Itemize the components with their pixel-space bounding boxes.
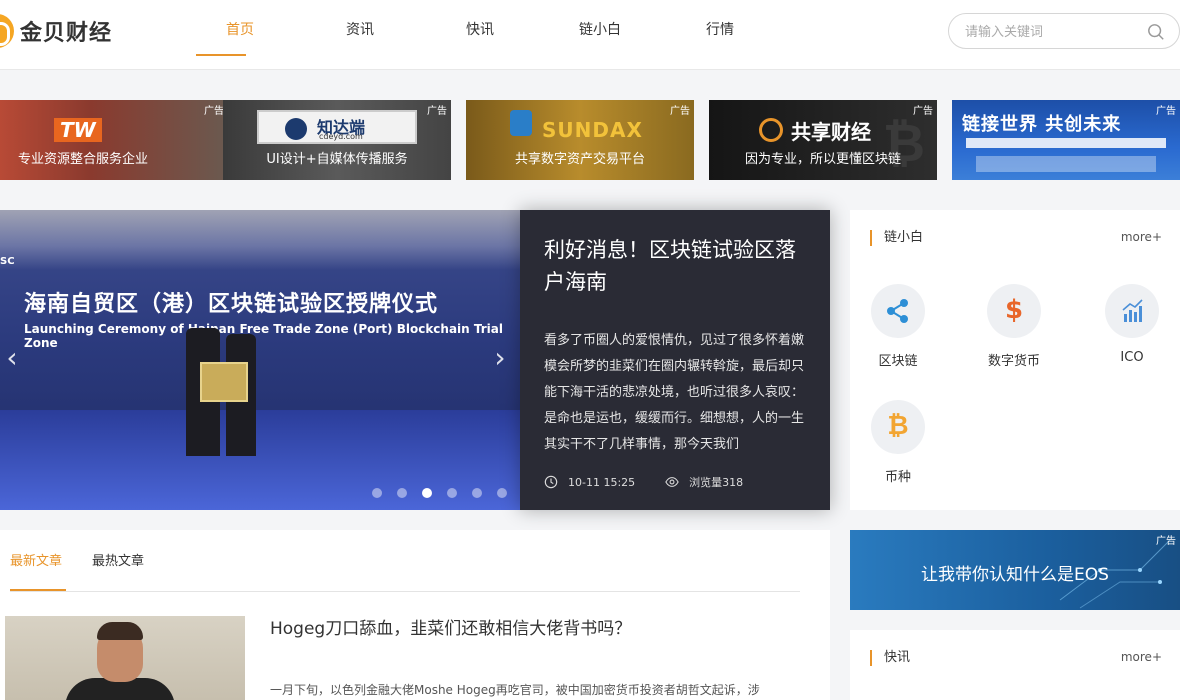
nav-home[interactable]: 首页 <box>180 0 300 70</box>
flash-panel-title: 快讯 <box>870 650 910 666</box>
chart-icon <box>1105 284 1159 338</box>
article-thumbnail[interactable] <box>5 616 245 700</box>
category-label: 数字货币 <box>987 354 1040 369</box>
hero-badge: SC <box>0 256 15 267</box>
hero-slider[interactable]: SC 海南自贸区（港）区块链试验区授牌仪式 Launching Ceremony… <box>0 210 520 510</box>
hero-article-summary: 看多了币圈人的爱恨情仇，见过了很多怀着嫩模会所梦的韭菜们在圈内辗转斡旋，最后却只… <box>544 333 805 450</box>
ad-tag: 广告 <box>204 106 224 117</box>
ad-tag: 广告 <box>427 106 447 117</box>
category-coins[interactable]: ₿ 币种 <box>858 400 938 485</box>
search-input[interactable] <box>965 22 1135 42</box>
ad-tag: 广告 <box>1156 106 1176 117</box>
next-slide-arrow-icon[interactable]: › <box>488 330 512 386</box>
share-nodes-icon <box>871 284 925 338</box>
beginner-panel-header: 链小白 more+ <box>870 230 1162 248</box>
ad-logo: SUNDAX <box>542 118 643 142</box>
logo-mark-icon <box>0 14 14 48</box>
ad-tag: 广告 <box>670 106 690 117</box>
nav-flash[interactable]: 快讯 <box>420 0 540 70</box>
hero-banner-title: 海南自贸区（港）区块链试验区授牌仪式 <box>24 292 439 317</box>
ad-strip <box>976 156 1156 172</box>
logo-text: 金贝财经 <box>20 21 113 46</box>
eos-ad-banner[interactable]: 广告 让我带你认知什么是EOS <box>850 530 1180 610</box>
ad-logo-icon <box>759 118 783 142</box>
eos-ad-text: 让我带你认知什么是EOS <box>921 565 1109 585</box>
category-label: ICO <box>1120 350 1144 365</box>
beginner-panel: 链小白 more+ 区块链 $ 数字货币 ICO ₿ 币种 <box>850 210 1180 510</box>
search-icon[interactable] <box>1147 23 1165 41</box>
slider-dot[interactable] <box>497 488 507 498</box>
ad-banner-sundax[interactable]: SUNDAX 广告 共享数字资产交易平台 <box>466 100 694 180</box>
hero-article-panel[interactable]: 利好消息！区块链试验区落户海南 看多了币圈人的爱恨情仇，见过了很多怀着嫩模会所梦… <box>520 210 830 510</box>
clock-icon <box>544 475 558 489</box>
ad-caption: 因为专业，所以更懂区块链 <box>744 152 901 167</box>
slider-dot[interactable] <box>447 488 457 498</box>
ad-logo-sub: cdeyd.com <box>319 132 363 141</box>
ad-caption: 专业资源整合服务企业 <box>18 152 149 167</box>
slider-dot[interactable] <box>422 488 432 498</box>
ad-banner-zhidaduan[interactable]: 知达端 cdeyd.com 广告 UI设计+自媒体传播服务 <box>223 100 451 180</box>
tabs-divider <box>10 591 800 592</box>
ad-logo: TW <box>54 118 102 142</box>
flash-panel-header: 快讯 more+ <box>870 650 1162 668</box>
ad-logo: 链接世界 共创未来 <box>962 114 1122 135</box>
view-count: 浏览量318 <box>689 476 744 489</box>
bitcoin-icon: ₿ <box>871 400 925 454</box>
tab-hottest[interactable]: 最热文章 <box>92 550 144 590</box>
article-list-section: 最新文章 最热文章 Hogeg刀口舔血，韭菜们还敢相信大佬背书吗？ 一月下旬，以… <box>0 530 830 700</box>
nav-news[interactable]: 资讯 <box>300 0 420 70</box>
award-plaque <box>200 362 248 402</box>
ad-logo-plate: 知达端 cdeyd.com <box>257 110 417 144</box>
ad-logo-icon <box>285 118 307 140</box>
hero-article-title[interactable]: 利好消息！区块链试验区落户海南 <box>544 234 814 298</box>
hero-banner-subtitle: Launching Ceremony of Hainan Free Trade … <box>24 322 503 350</box>
hero-article-meta: 10-11 15:25 浏览量318 <box>544 474 743 490</box>
ad-logo: 共享财经 <box>791 120 871 144</box>
category-label: 币种 <box>884 470 911 485</box>
ad-banner-likelib[interactable]: 链接世界 共创未来 广告 <box>952 100 1180 180</box>
ad-banner-gongxiang[interactable]: 共享财经 ₿ 广告 因为专业，所以更懂区块链 <box>709 100 937 180</box>
ad-caption: UI设计+自媒体传播服务 <box>266 152 408 167</box>
beginner-panel-title: 链小白 <box>870 230 923 246</box>
slider-dots <box>372 488 507 498</box>
publish-time: 10-11 15:25 <box>568 475 636 489</box>
category-label: 区块链 <box>878 354 918 369</box>
beginner-more-link[interactable]: more+ <box>1121 230 1162 244</box>
ad-strip <box>966 138 1166 148</box>
nav-beginner[interactable]: 链小白 <box>540 0 660 70</box>
flash-more-link[interactable]: more+ <box>1121 650 1162 664</box>
slider-dot[interactable] <box>472 488 482 498</box>
article-excerpt: 一月下旬，以色列金融大佬Moshe Hogeg再吃官司，被中国加密货币投资者胡哲… <box>270 683 760 697</box>
article-tabs: 最新文章 最热文章 <box>10 550 174 591</box>
tab-latest[interactable]: 最新文章 <box>10 550 67 591</box>
category-ico[interactable]: ICO <box>1092 284 1172 365</box>
thumbnail-figure <box>97 622 143 640</box>
ad-tag: 广告 <box>913 106 933 117</box>
slider-dot[interactable] <box>397 488 407 498</box>
site-logo[interactable]: 金贝财经 <box>0 14 112 48</box>
eye-icon <box>665 477 679 487</box>
slider-dot[interactable] <box>372 488 382 498</box>
dollar-icon: $ <box>987 284 1041 338</box>
article-title[interactable]: Hogeg刀口舔血，韭菜们还敢相信大佬背书吗？ <box>270 614 631 639</box>
category-digital-currency[interactable]: $ 数字货币 <box>974 284 1054 369</box>
prev-slide-arrow-icon[interactable]: ‹ <box>0 330 24 386</box>
stage-lights <box>0 210 520 270</box>
main-nav: 首页 资讯 快讯 链小白 行情 <box>180 0 780 70</box>
ad-mascot-icon <box>510 110 532 136</box>
search-box <box>948 13 1180 49</box>
nav-market[interactable]: 行情 <box>660 0 780 70</box>
ad-caption: 共享数字资产交易平台 <box>514 152 645 167</box>
ad-tag: 广告 <box>1156 536 1176 547</box>
category-blockchain[interactable]: 区块链 <box>858 284 938 369</box>
ad-banner-tw[interactable]: TW 广告 专业资源整合服务企业 <box>0 100 228 180</box>
flash-panel: 快讯 more+ <box>850 630 1180 700</box>
site-header: 金贝财经 首页 资讯 快讯 链小白 行情 <box>0 0 1180 70</box>
ad-row: TW 广告 专业资源整合服务企业 知达端 cdeyd.com 广告 UI设计+自… <box>0 100 1180 180</box>
